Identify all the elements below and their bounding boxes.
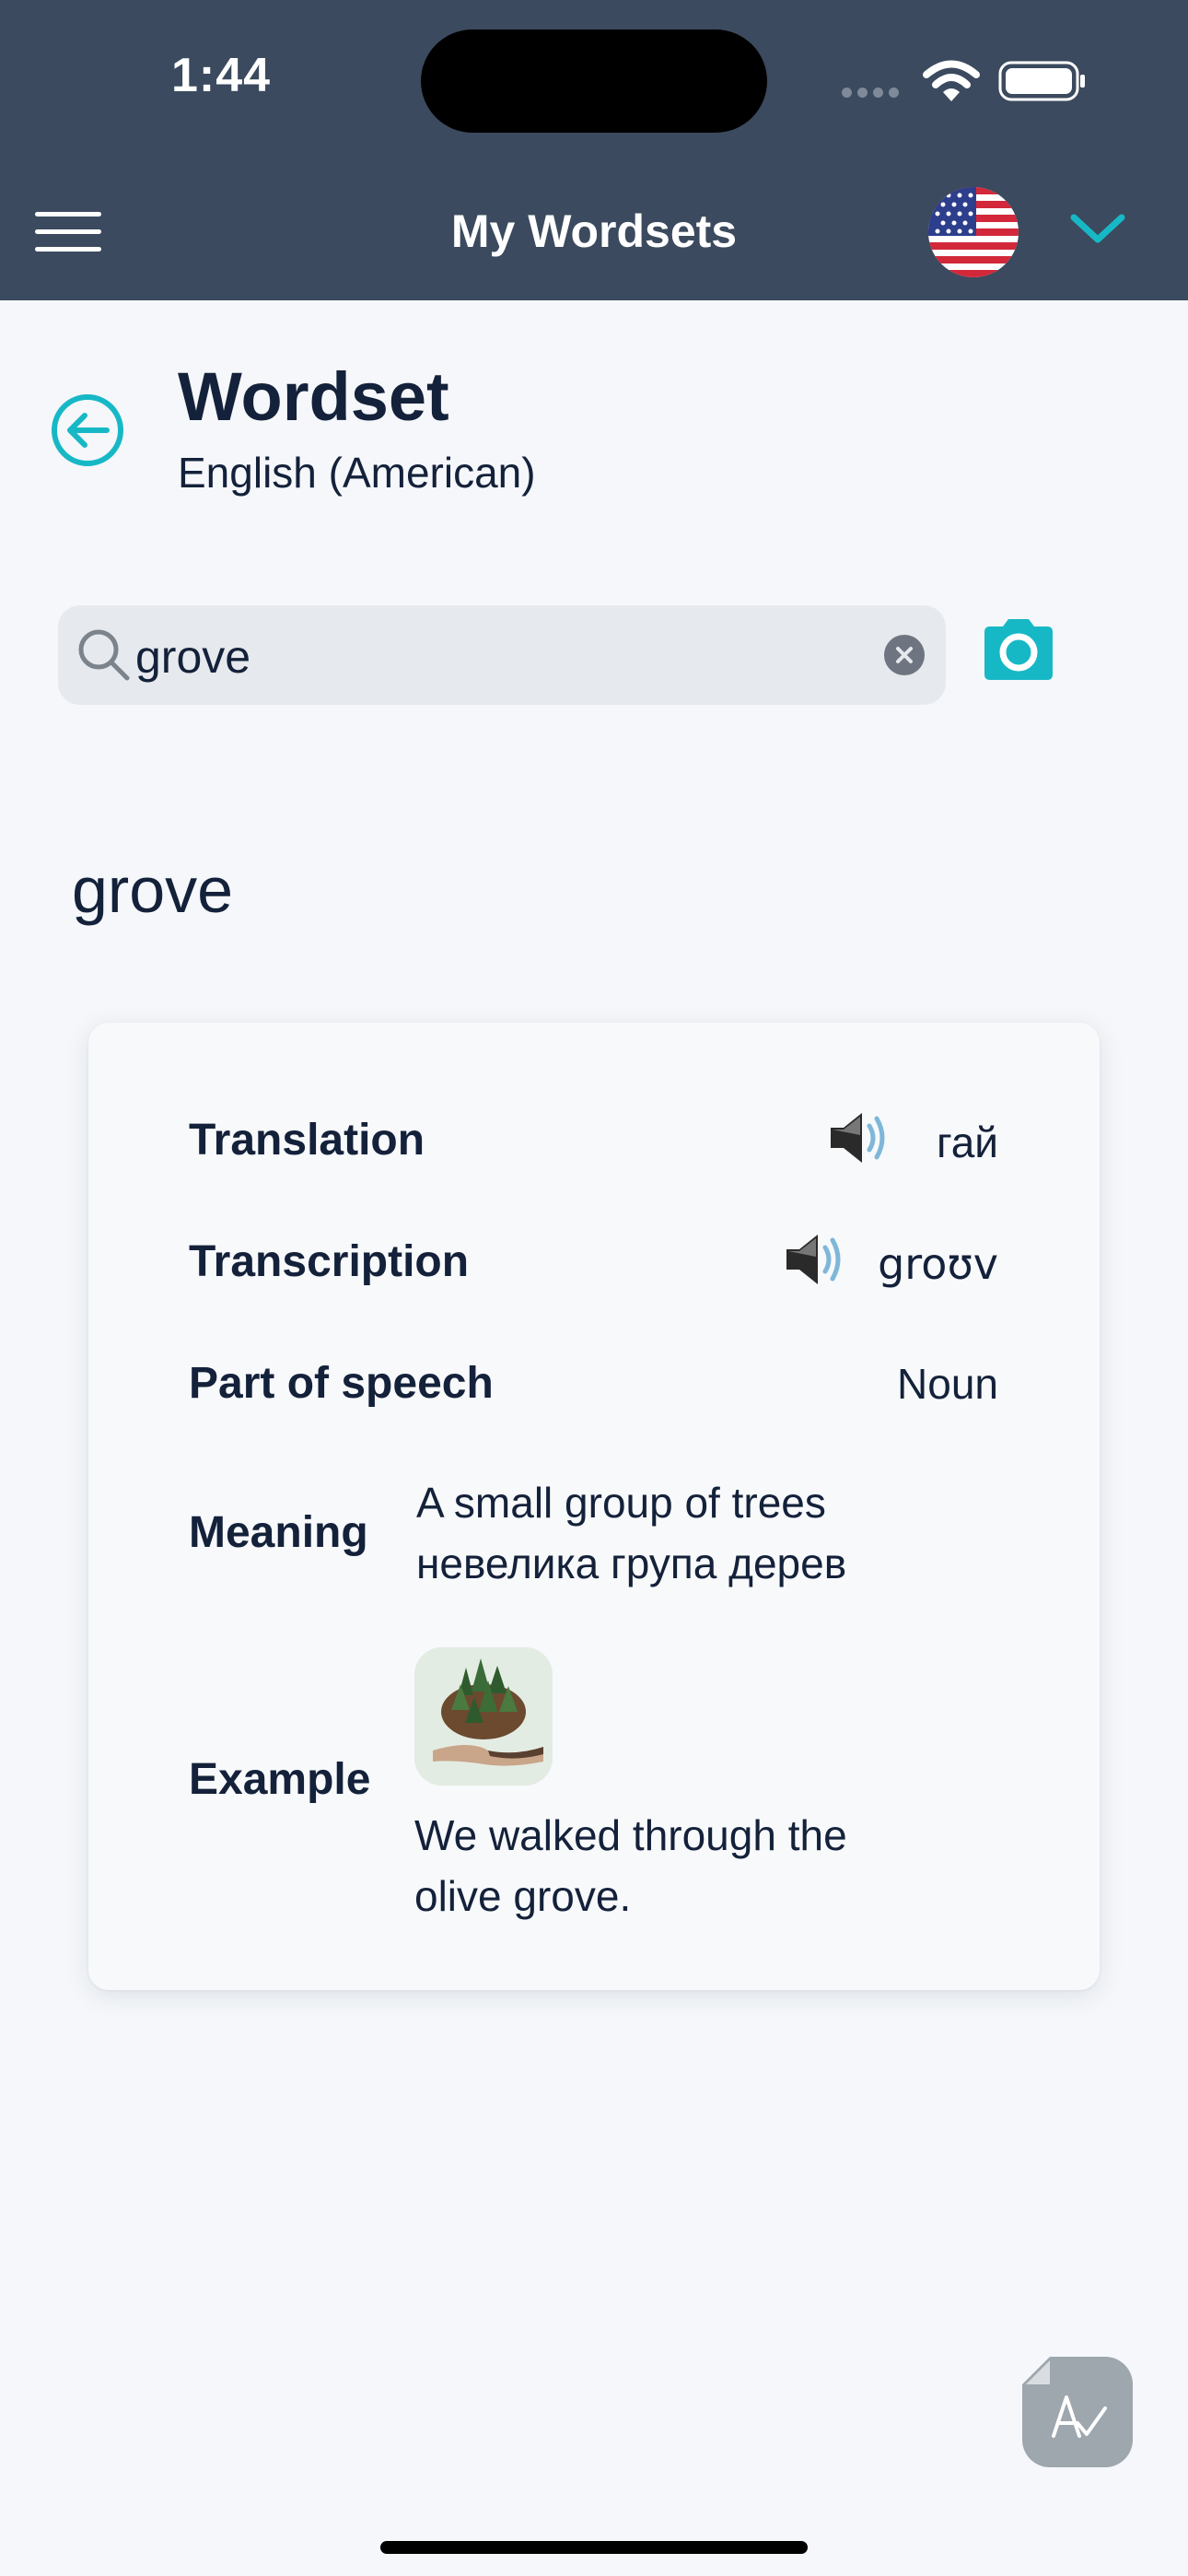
back-button[interactable]	[50, 392, 125, 468]
transcription-label: Transcription	[189, 1237, 470, 1286]
app-header: 1:44 My Wordsets	[0, 0, 1188, 300]
clear-search-icon[interactable]	[884, 635, 925, 675]
dynamic-island	[421, 29, 767, 133]
part-of-speech-value: Noun	[897, 1360, 998, 1408]
example-label: Example	[189, 1755, 371, 1804]
part-of-speech-label: Part of speech	[189, 1359, 494, 1408]
spellcheck-button[interactable]	[1022, 2357, 1133, 2467]
battery-icon	[998, 61, 1085, 101]
spellcheck-icon	[1022, 2357, 1107, 2438]
search-input[interactable]: grove	[135, 630, 250, 684]
wordset-language: English (American)	[178, 449, 536, 497]
home-indicator[interactable]	[380, 2541, 808, 2554]
wordset-title: Wordset	[178, 358, 449, 435]
search-icon	[78, 629, 130, 681]
chevron-down-icon[interactable]	[1068, 210, 1127, 247]
search-field[interactable]: grove	[58, 605, 946, 705]
transcription-value: groʊv	[878, 1239, 998, 1289]
translation-value: гай	[936, 1118, 998, 1166]
word-detail-card: Translation гай Transcription groʊv Part…	[88, 1023, 1100, 1990]
speaker-icon[interactable]	[825, 1107, 891, 1168]
speaker-icon[interactable]	[781, 1229, 847, 1290]
wifi-icon	[923, 60, 980, 101]
camera-icon[interactable]	[979, 617, 1058, 682]
translation-label: Translation	[189, 1116, 425, 1165]
cellular-signal-icon	[842, 86, 904, 102]
meaning-label: Meaning	[189, 1508, 368, 1557]
us-flag-icon[interactable]	[928, 187, 1019, 277]
status-time: 1:44	[171, 49, 272, 102]
example-image	[414, 1647, 553, 1786]
meaning-english: A small group of trees	[416, 1479, 826, 1527]
meaning-translation: невелика група дерев	[416, 1540, 847, 1587]
example-sentence-line-2: olive grove.	[414, 1872, 632, 1920]
word-heading: grove	[72, 854, 234, 926]
example-sentence-line-1: We walked through the	[414, 1811, 847, 1859]
